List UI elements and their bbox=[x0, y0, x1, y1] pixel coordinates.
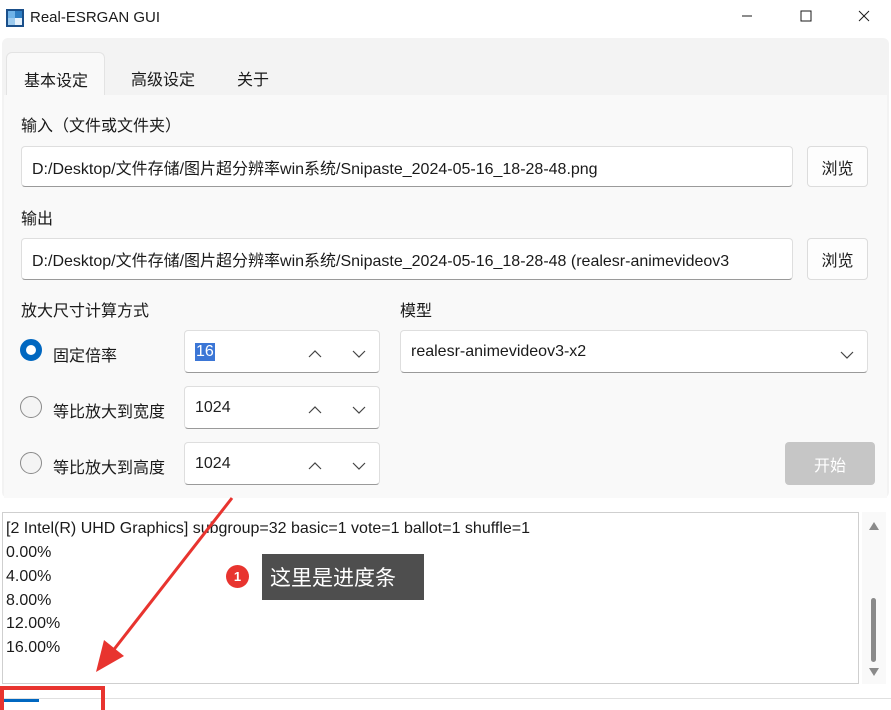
annotation-highlight-box bbox=[0, 686, 105, 710]
annotation-arrow-head bbox=[96, 640, 124, 672]
annotation-overlay bbox=[0, 497, 234, 710]
annotation-arrow bbox=[110, 497, 234, 653]
annotation-callout: 这里是进度条 bbox=[262, 554, 424, 600]
annotation-badge: 1 bbox=[226, 565, 249, 588]
